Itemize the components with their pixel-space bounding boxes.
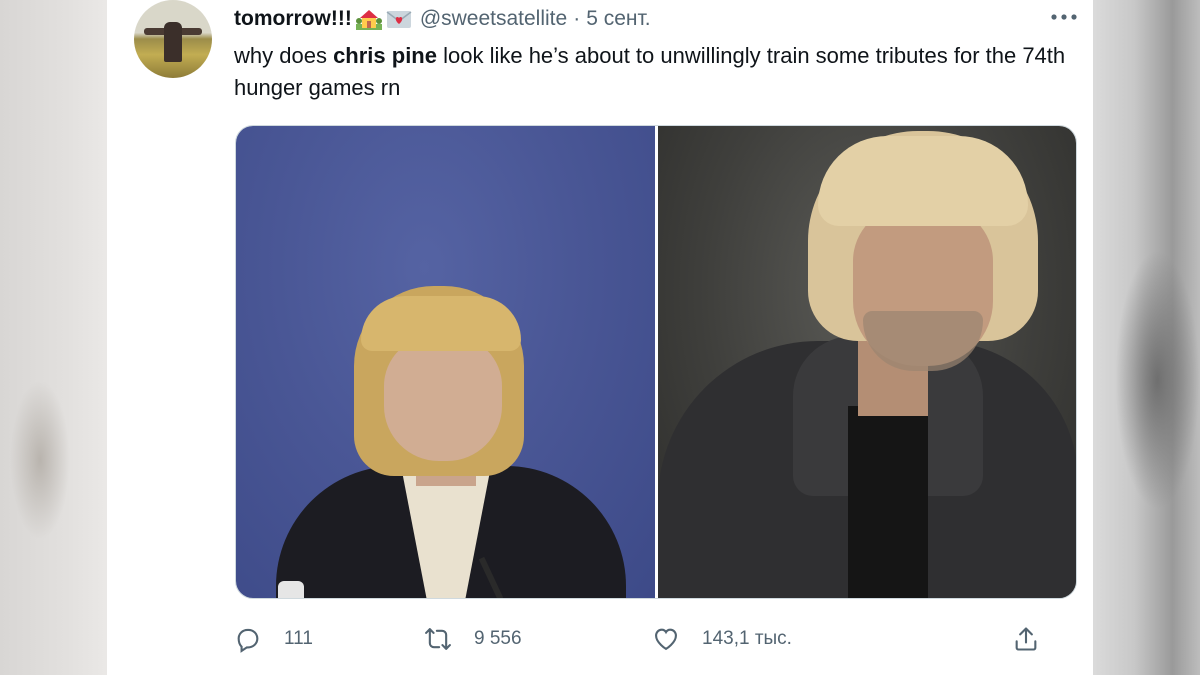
like-count: 143,1 тыс. (702, 628, 792, 649)
reply-icon[interactable] (234, 625, 262, 653)
love-letter-emoji-icon (386, 11, 412, 28)
header-separator: · (573, 7, 581, 30)
tweet-date[interactable]: 5 сент. (586, 7, 650, 31)
shirt-dark-shape (848, 406, 928, 598)
handle[interactable]: @sweetsatellite (420, 7, 567, 31)
photo-right[interactable] (658, 126, 1076, 598)
reply-action[interactable]: 111 (234, 622, 313, 656)
house-with-garden-emoji-icon (355, 10, 382, 30)
heart-icon[interactable] (652, 625, 680, 653)
face-shape (384, 336, 502, 461)
share-icon[interactable] (1012, 625, 1040, 653)
tweet-card[interactable]: tomorrow!!! @sweetsatellite · 5 сент. wh… (107, 0, 1093, 675)
display-name[interactable]: tomorrow!!! (234, 7, 352, 31)
avatar[interactable] (134, 0, 212, 78)
tweet-actions: 111 9 556 143,1 тыс. (234, 622, 1094, 656)
more-horizontal-icon[interactable] (1047, 4, 1081, 30)
retweet-action[interactable]: 9 556 (424, 622, 522, 656)
hair-top-shape-right (818, 136, 1028, 226)
share-action[interactable] (1012, 622, 1040, 656)
tweet-header: tomorrow!!! @sweetsatellite · 5 сент. (234, 4, 651, 34)
hair-top-shape (361, 296, 521, 351)
tweet-text-start: why does (234, 43, 334, 68)
background-blur-left (0, 0, 110, 675)
tweet-text-bold: chris pine (333, 43, 437, 68)
like-action[interactable]: 143,1 тыс. (652, 622, 792, 656)
more-dots-svg (1051, 14, 1077, 20)
background-blur-right (1090, 0, 1200, 675)
photo-left[interactable] (236, 126, 655, 598)
reply-count: 111 (284, 628, 313, 649)
bottle-shape (278, 581, 304, 598)
retweet-icon[interactable] (424, 625, 452, 653)
avatar-scarecrow-figure (164, 22, 182, 62)
tweet-media[interactable] (235, 125, 1077, 599)
retweet-count: 9 556 (474, 628, 522, 649)
tweet-text: why does chris pine look like he’s about… (234, 40, 1074, 104)
